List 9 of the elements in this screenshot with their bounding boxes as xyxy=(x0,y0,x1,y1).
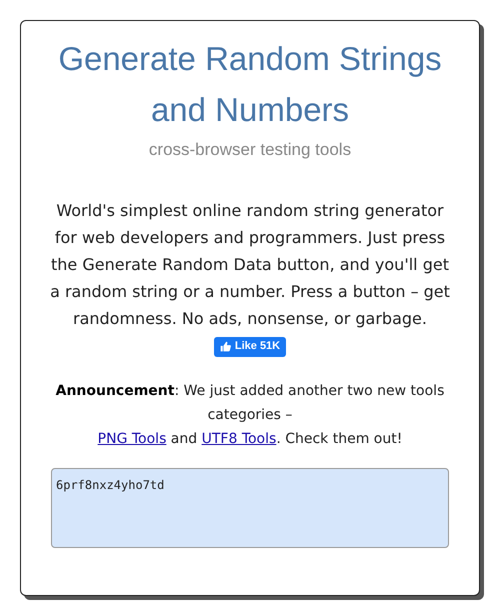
tool-link[interactable]: PNG Tools xyxy=(98,430,166,446)
description-text: World's simplest online random string generator for web developers and programmers. Just press the Generate Random Data button, and you'll get a random string or a number. Press a button – get randomness. No ads, nonsense, or garbage. xyxy=(49,200,451,330)
like-button[interactable]: Like 51K xyxy=(214,336,286,356)
subtitle: cross-browser testing tools xyxy=(148,139,352,161)
page-title: Generate Random Strings and Numbers xyxy=(57,39,443,130)
thumbs-up-icon xyxy=(220,341,231,352)
announcement-text: Announcement: We just added another two new tools categories – PNG Tools and UTF8 Tools. Check them out! xyxy=(54,382,446,448)
output-box[interactable]: 6prf8nxz4yho7td xyxy=(51,468,449,548)
tool-link[interactable]: UTF8 Tools xyxy=(202,430,276,446)
